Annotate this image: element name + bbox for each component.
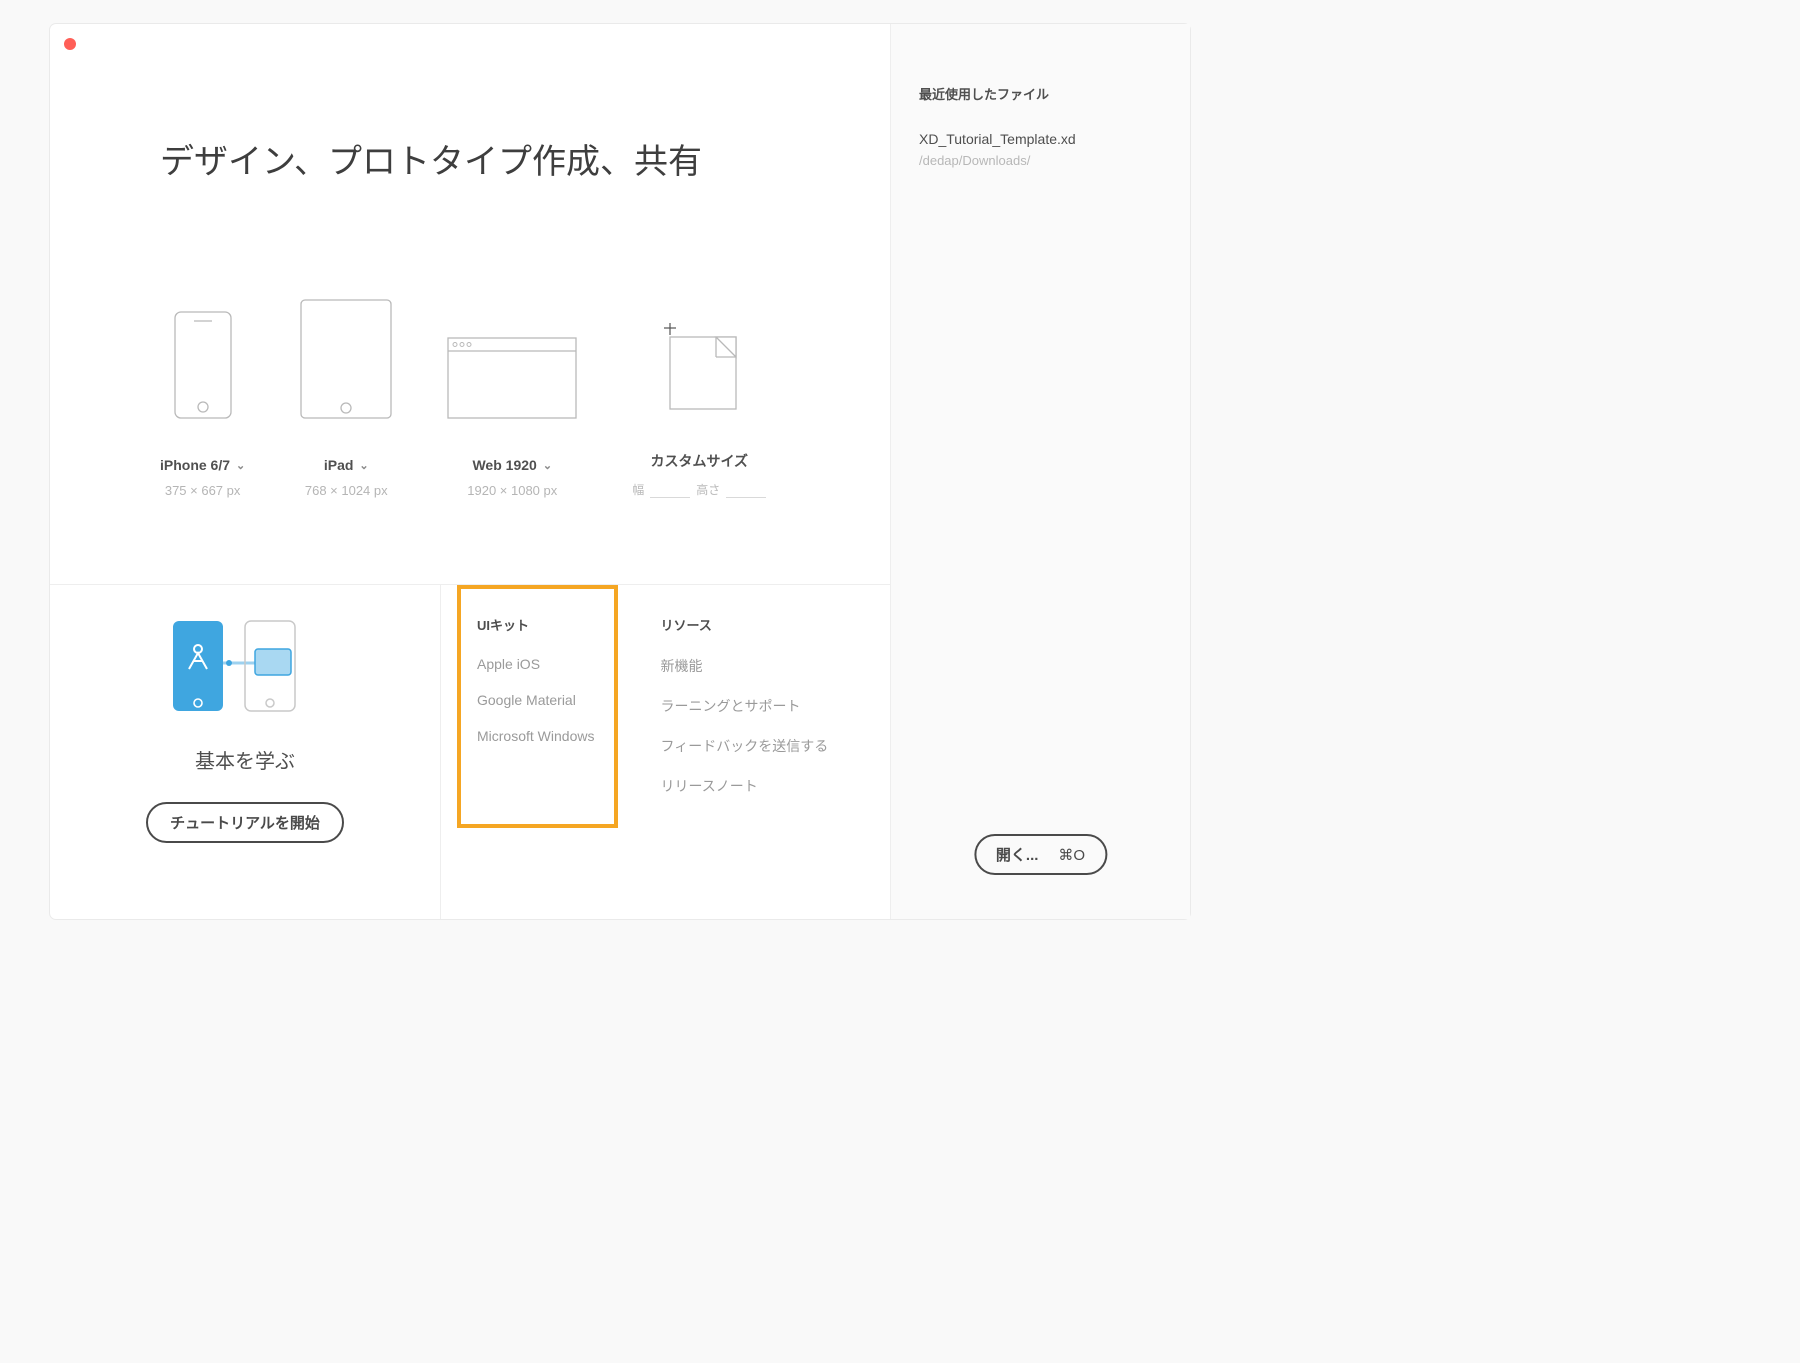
ui-kit-microsoft-windows[interactable]: Microsoft Windows xyxy=(477,728,594,744)
iphone-icon xyxy=(174,299,232,419)
learn-section: 基本を学ぶ チュートリアルを開始 xyxy=(50,585,440,919)
preset-web-dim: 1920 × 1080 px xyxy=(467,483,557,498)
resources-column: リソース 新機能 ラーニングとサポート フィードバックを送信する リリースノート xyxy=(660,615,828,816)
resource-release-notes[interactable]: リリースノート xyxy=(660,776,828,796)
resource-learning-support[interactable]: ラーニングとサポート xyxy=(660,696,828,716)
links-section: UIキット Apple iOS Google Material Microsof… xyxy=(440,585,890,919)
chevron-down-icon[interactable]: ⌄ xyxy=(543,459,552,472)
preset-ipad-label: iPad ⌄ xyxy=(324,457,369,473)
custom-height-input[interactable] xyxy=(726,483,766,498)
preset-iphone-label: iPhone 6/7 ⌄ xyxy=(160,457,245,473)
preset-web-label: Web 1920 ⌄ xyxy=(472,457,552,473)
preset-row: iPhone 6/7 ⌄ 375 × 667 px iPad ⌄ 768 × xyxy=(160,293,890,498)
bottom-panel: 基本を学ぶ チュートリアルを開始 UIキット Apple iOS Google … xyxy=(50,584,890,919)
preset-web[interactable]: Web 1920 ⌄ 1920 × 1080 px xyxy=(447,299,577,498)
preset-ipad[interactable]: iPad ⌄ 768 × 1024 px xyxy=(300,299,392,498)
preset-custom[interactable]: カスタムサイズ 幅 高さ xyxy=(632,293,766,498)
recent-file-path: /dedap/Downloads/ xyxy=(919,153,1162,168)
preset-iphone[interactable]: iPhone 6/7 ⌄ 375 × 667 px xyxy=(160,299,245,498)
chevron-down-icon[interactable]: ⌄ xyxy=(359,459,368,472)
headline: デザイン、プロトタイプ作成、共有 xyxy=(160,134,890,183)
learn-title: 基本を学ぶ xyxy=(195,745,295,774)
preset-iphone-dim: 375 × 667 px xyxy=(165,483,241,498)
chevron-down-icon[interactable]: ⌄ xyxy=(236,459,245,472)
open-shortcut: ⌘O xyxy=(1058,846,1085,864)
ipad-icon xyxy=(300,299,392,419)
recent-file-item[interactable]: XD_Tutorial_Template.xd xyxy=(919,131,1162,147)
custom-width-input[interactable] xyxy=(650,483,690,498)
preset-ipad-dim: 768 × 1024 px xyxy=(305,483,388,498)
recent-sidebar: 最近使用したファイル XD_Tutorial_Template.xd /deda… xyxy=(890,24,1190,919)
preset-custom-label: カスタムサイズ xyxy=(650,451,748,471)
resource-whats-new[interactable]: 新機能 xyxy=(660,656,828,676)
resource-send-feedback[interactable]: フィードバックを送信する xyxy=(660,736,828,756)
custom-artboard-icon xyxy=(656,293,742,413)
start-tutorial-button[interactable]: チュートリアルを開始 xyxy=(146,802,344,843)
ui-kits-column: UIキット Apple iOS Google Material Microsof… xyxy=(457,585,618,828)
browser-icon xyxy=(447,299,577,419)
ui-kit-google-material[interactable]: Google Material xyxy=(477,692,594,708)
resources-title: リソース xyxy=(660,615,828,634)
open-file-button[interactable]: 開く... ⌘O xyxy=(974,834,1107,875)
recent-files-title: 最近使用したファイル xyxy=(919,84,1162,103)
start-window: デザイン、プロトタイプ作成、共有 iPhone 6/7 ⌄ 375 × 667 … xyxy=(50,24,1190,919)
tutorial-illustration-icon xyxy=(165,619,325,715)
ui-kits-title: UIキット xyxy=(477,615,594,634)
ui-kit-apple-ios[interactable]: Apple iOS xyxy=(477,656,594,672)
close-window-button[interactable] xyxy=(64,38,76,50)
custom-size-inputs: 幅 高さ xyxy=(632,481,766,498)
main-area: デザイン、プロトタイプ作成、共有 iPhone 6/7 ⌄ 375 × 667 … xyxy=(50,24,890,584)
